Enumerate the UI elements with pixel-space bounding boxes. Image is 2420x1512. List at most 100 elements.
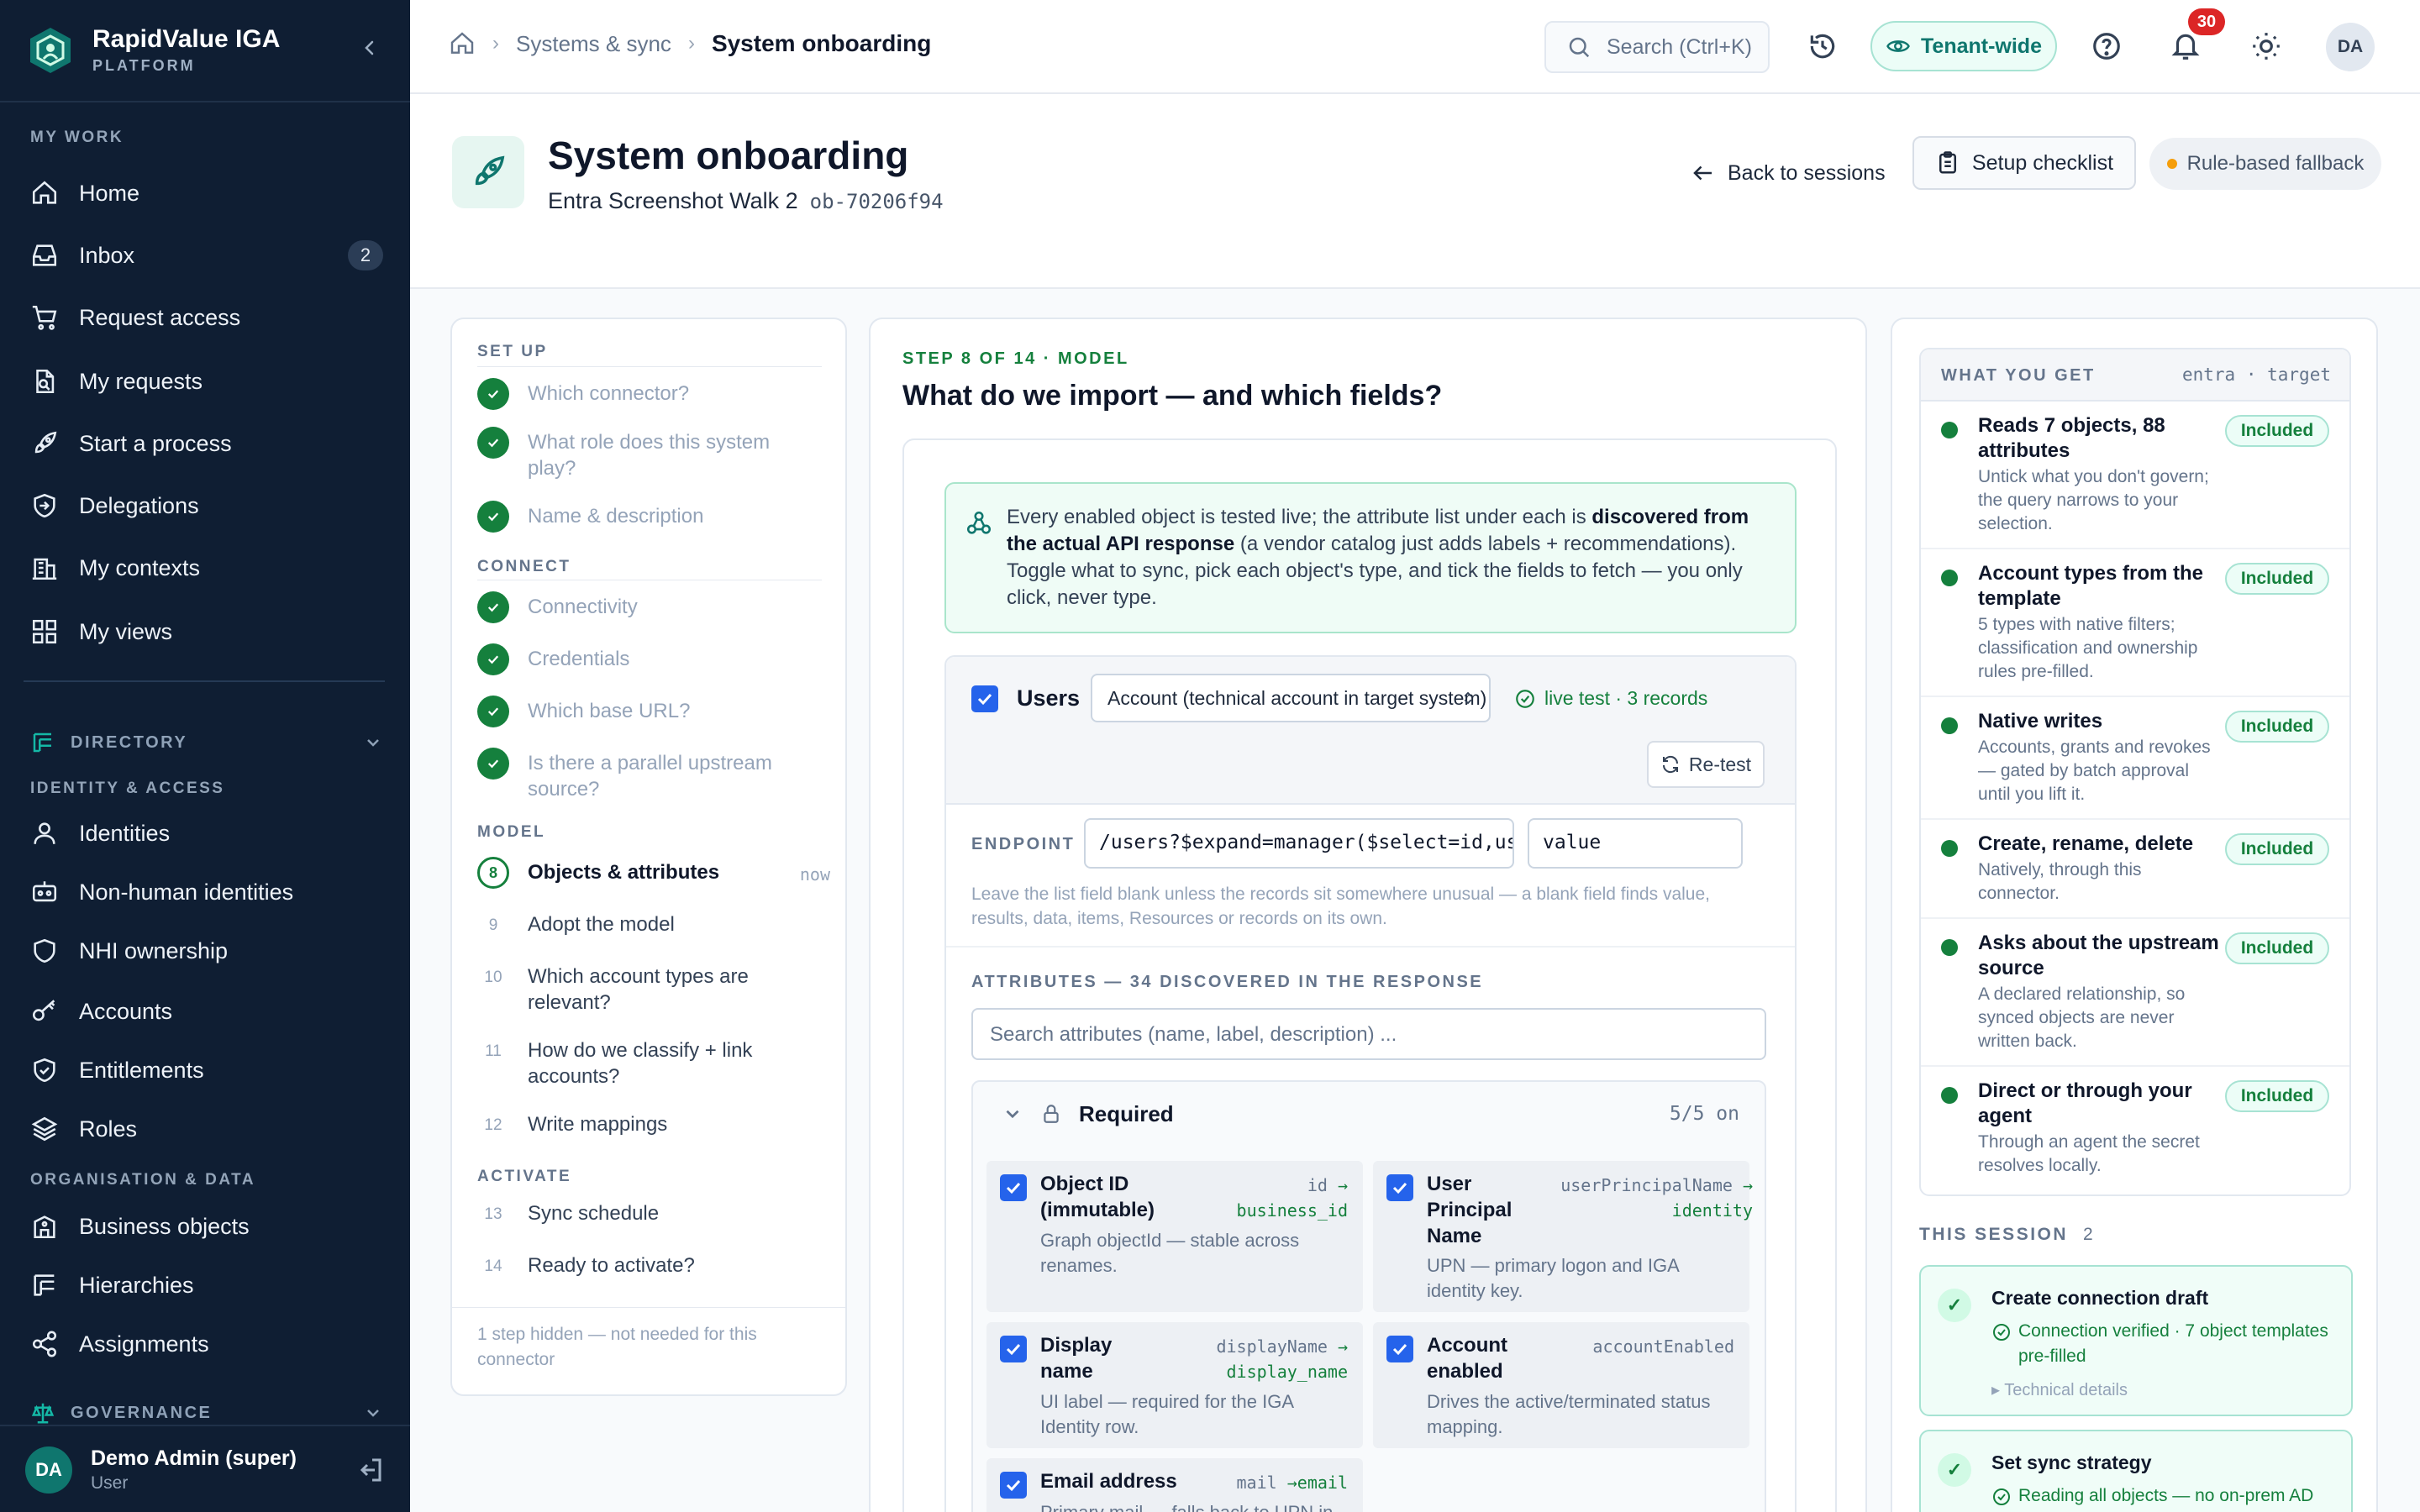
session-id: ob-70206f94 <box>809 190 944 213</box>
theme-sun-icon[interactable] <box>2250 30 2282 62</box>
step-group-label: MODEL <box>477 823 546 841</box>
directory-group-toggle[interactable]: DIRECTORY <box>30 726 383 759</box>
endpoint-input[interactable]: /users?$expand=manager($select=id,us <box>1084 818 1514 869</box>
group-header[interactable]: Required 5/5 on <box>973 1082 1765 1146</box>
list-field-input[interactable]: value <box>1528 818 1743 869</box>
page-subtitle: Entra Screenshot Walk 2 ob-70206f94 <box>548 188 944 214</box>
sidebar-item-entitlements[interactable]: Entitlements <box>30 1045 383 1095</box>
included-badge: Included <box>2225 563 2329 595</box>
attribute-checkbox[interactable] <box>1386 1336 1413 1362</box>
molecule-icon <box>966 511 992 534</box>
attribute-search-input[interactable]: Search attributes (name, label, descript… <box>971 1008 1766 1060</box>
logo-icon <box>30 28 71 73</box>
attribute-checkbox[interactable] <box>1000 1174 1027 1201</box>
attribute-key-name: id <box>1307 1175 1328 1195</box>
attribute-item[interactable]: Object ID (immutable) id → business_id Gr… <box>986 1161 1363 1312</box>
sidebar-item-nhi[interactable]: Non-human identities <box>30 867 383 917</box>
summary-panel: WHAT YOU GET entra · target Reads 7 obje… <box>1891 318 2378 1512</box>
help-icon[interactable] <box>2091 30 2123 62</box>
technical-details-toggle[interactable]: ▸ Technical details <box>1991 1379 2128 1400</box>
object-users-panel: Users Account (technical account in targ… <box>944 655 1797 1512</box>
feature-description: Natively, through this connector. <box>1978 860 2142 903</box>
sidebar-item-roles[interactable]: Roles <box>30 1104 383 1154</box>
sidebar-item-accounts[interactable]: Accounts <box>30 986 383 1037</box>
logout-icon[interactable] <box>355 1455 385 1485</box>
what-you-get-card: WHAT YOU GET entra · target Reads 7 obje… <box>1919 348 2351 1196</box>
object-type-select[interactable]: Account (technical account in target sys… <box>1091 674 1491 722</box>
sidebar-item-nhi-ownership[interactable]: NHI ownership <box>30 926 383 976</box>
avatar[interactable]: DA <box>2326 23 2375 71</box>
bell-icon[interactable] <box>2170 30 2202 62</box>
check-icon: ✓ <box>1938 1289 1971 1322</box>
endpoint-label: ENDPOINT <box>971 835 1076 853</box>
attribute-checkbox[interactable] <box>1000 1472 1027 1499</box>
setup-checklist-button[interactable]: Setup checklist <box>1912 136 2136 190</box>
step-item[interactable]: Which base URL? <box>477 696 830 727</box>
step-item[interactable]: 13 Sync schedule <box>477 1198 830 1230</box>
step-group-label: ACTIVATE <box>477 1168 572 1185</box>
scope-toggle[interactable]: Tenant-wide <box>1870 21 2057 71</box>
attribute-item[interactable]: Display name displayName → display_name U… <box>986 1322 1363 1448</box>
sidebar-item-my-contexts[interactable]: My contexts <box>30 543 383 593</box>
sidebar-item-home[interactable]: Home <box>30 168 383 218</box>
sidebar-item-delegations[interactable]: Delegations <box>30 480 383 531</box>
collapse-sidebar-icon[interactable] <box>360 38 380 58</box>
sidebar-item-inbox[interactable]: Inbox 2 <box>30 230 383 281</box>
step-item[interactable]: 14 Ready to activate? <box>477 1250 830 1282</box>
step-item-current[interactable]: 8 Objects & attributes now <box>477 857 830 889</box>
feature-title: Direct or through your agent <box>1978 1079 2192 1127</box>
sidebar-item-my-requests[interactable]: My requests <box>30 356 383 407</box>
breadcrumb-current: System onboarding <box>711 30 932 56</box>
global-search[interactable]: Search (Ctrl+K) <box>1544 21 1770 73</box>
home-icon[interactable] <box>449 30 476 57</box>
step-label: Is there a parallel upstream source? <box>528 752 772 801</box>
sidebar-item-my-views[interactable]: My views <box>30 606 383 657</box>
bot-icon <box>32 881 57 902</box>
session-item: ✓ Create connection draft Connection ver… <box>1919 1265 2353 1416</box>
sidebar-item-start-process[interactable]: Start a process <box>30 418 383 469</box>
step-item[interactable]: 11 How do we classify + link accounts? <box>477 1035 830 1089</box>
attribute-item[interactable]: Account enabled accountEnabled Drives th… <box>1373 1322 1749 1448</box>
attribute-item[interactable]: Email address mail →email Primary mail —… <box>986 1458 1363 1512</box>
check-icon <box>1392 1343 1407 1356</box>
current-user[interactable]: DA Demo Admin (super) User <box>0 1425 410 1512</box>
step-item[interactable]: What role does this system play? <box>477 427 830 481</box>
check-icon <box>477 501 509 533</box>
object-name: Users <box>1017 685 1081 711</box>
sidebar-item-hierarchies[interactable]: Hierarchies <box>30 1260 383 1310</box>
attribute-item[interactable]: User Principal Name userPrincipalName → i… <box>1373 1161 1753 1312</box>
step-item[interactable]: 10 Which account types are relevant? <box>477 961 830 1016</box>
sidebar-item-assignments[interactable]: Assignments <box>30 1319 383 1369</box>
retest-button[interactable]: Re-test <box>1647 741 1765 788</box>
brand[interactable]: RapidValue IGA PLATFORM <box>25 24 387 79</box>
back-to-sessions-link[interactable]: Back to sessions <box>1691 148 1886 198</box>
sidebar-item-business-objects[interactable]: Business objects <box>30 1201 383 1252</box>
step-item[interactable]: Name & description <box>477 501 830 533</box>
sidebar-item-request-access[interactable]: Request access <box>30 292 383 343</box>
step-item[interactable]: Which connector? <box>477 378 830 410</box>
attribute-checkbox[interactable] <box>1000 1336 1027 1362</box>
breadcrumb-systems-sync[interactable]: Systems & sync <box>516 31 671 57</box>
history-icon[interactable] <box>1807 30 1839 62</box>
attribute-key: accountEnabled <box>1592 1336 1734 1357</box>
my-work-label: MY WORK <box>30 129 124 146</box>
step-item[interactable]: Connectivity <box>477 591 830 623</box>
lock-icon <box>1044 1105 1059 1123</box>
endpoint-hint: Leave the list field blank unless the re… <box>971 885 1710 928</box>
step-label: How do we classify + link accounts? <box>528 1039 753 1088</box>
step-item[interactable]: Is there a parallel upstream source? <box>477 748 830 802</box>
step-group-label: SET UP <box>477 343 548 360</box>
attribute-checkbox[interactable] <box>1386 1174 1413 1201</box>
step-item[interactable]: 12 Write mappings <box>477 1109 830 1141</box>
object-enabled-checkbox[interactable] <box>971 685 998 712</box>
check-circle-icon <box>1516 689 1534 708</box>
step-label: Write mappings <box>528 1113 668 1136</box>
step-item[interactable]: Credentials <box>477 643 830 675</box>
attribute-target: email <box>1297 1473 1348 1493</box>
step-number: 10 <box>484 968 502 986</box>
check-icon <box>477 591 509 623</box>
chevron-down-icon <box>367 1410 379 1417</box>
select-arrows-icon <box>1464 691 1472 705</box>
step-item[interactable]: 9 Adopt the model <box>477 909 830 941</box>
sidebar-item-identities[interactable]: Identities <box>30 808 383 858</box>
